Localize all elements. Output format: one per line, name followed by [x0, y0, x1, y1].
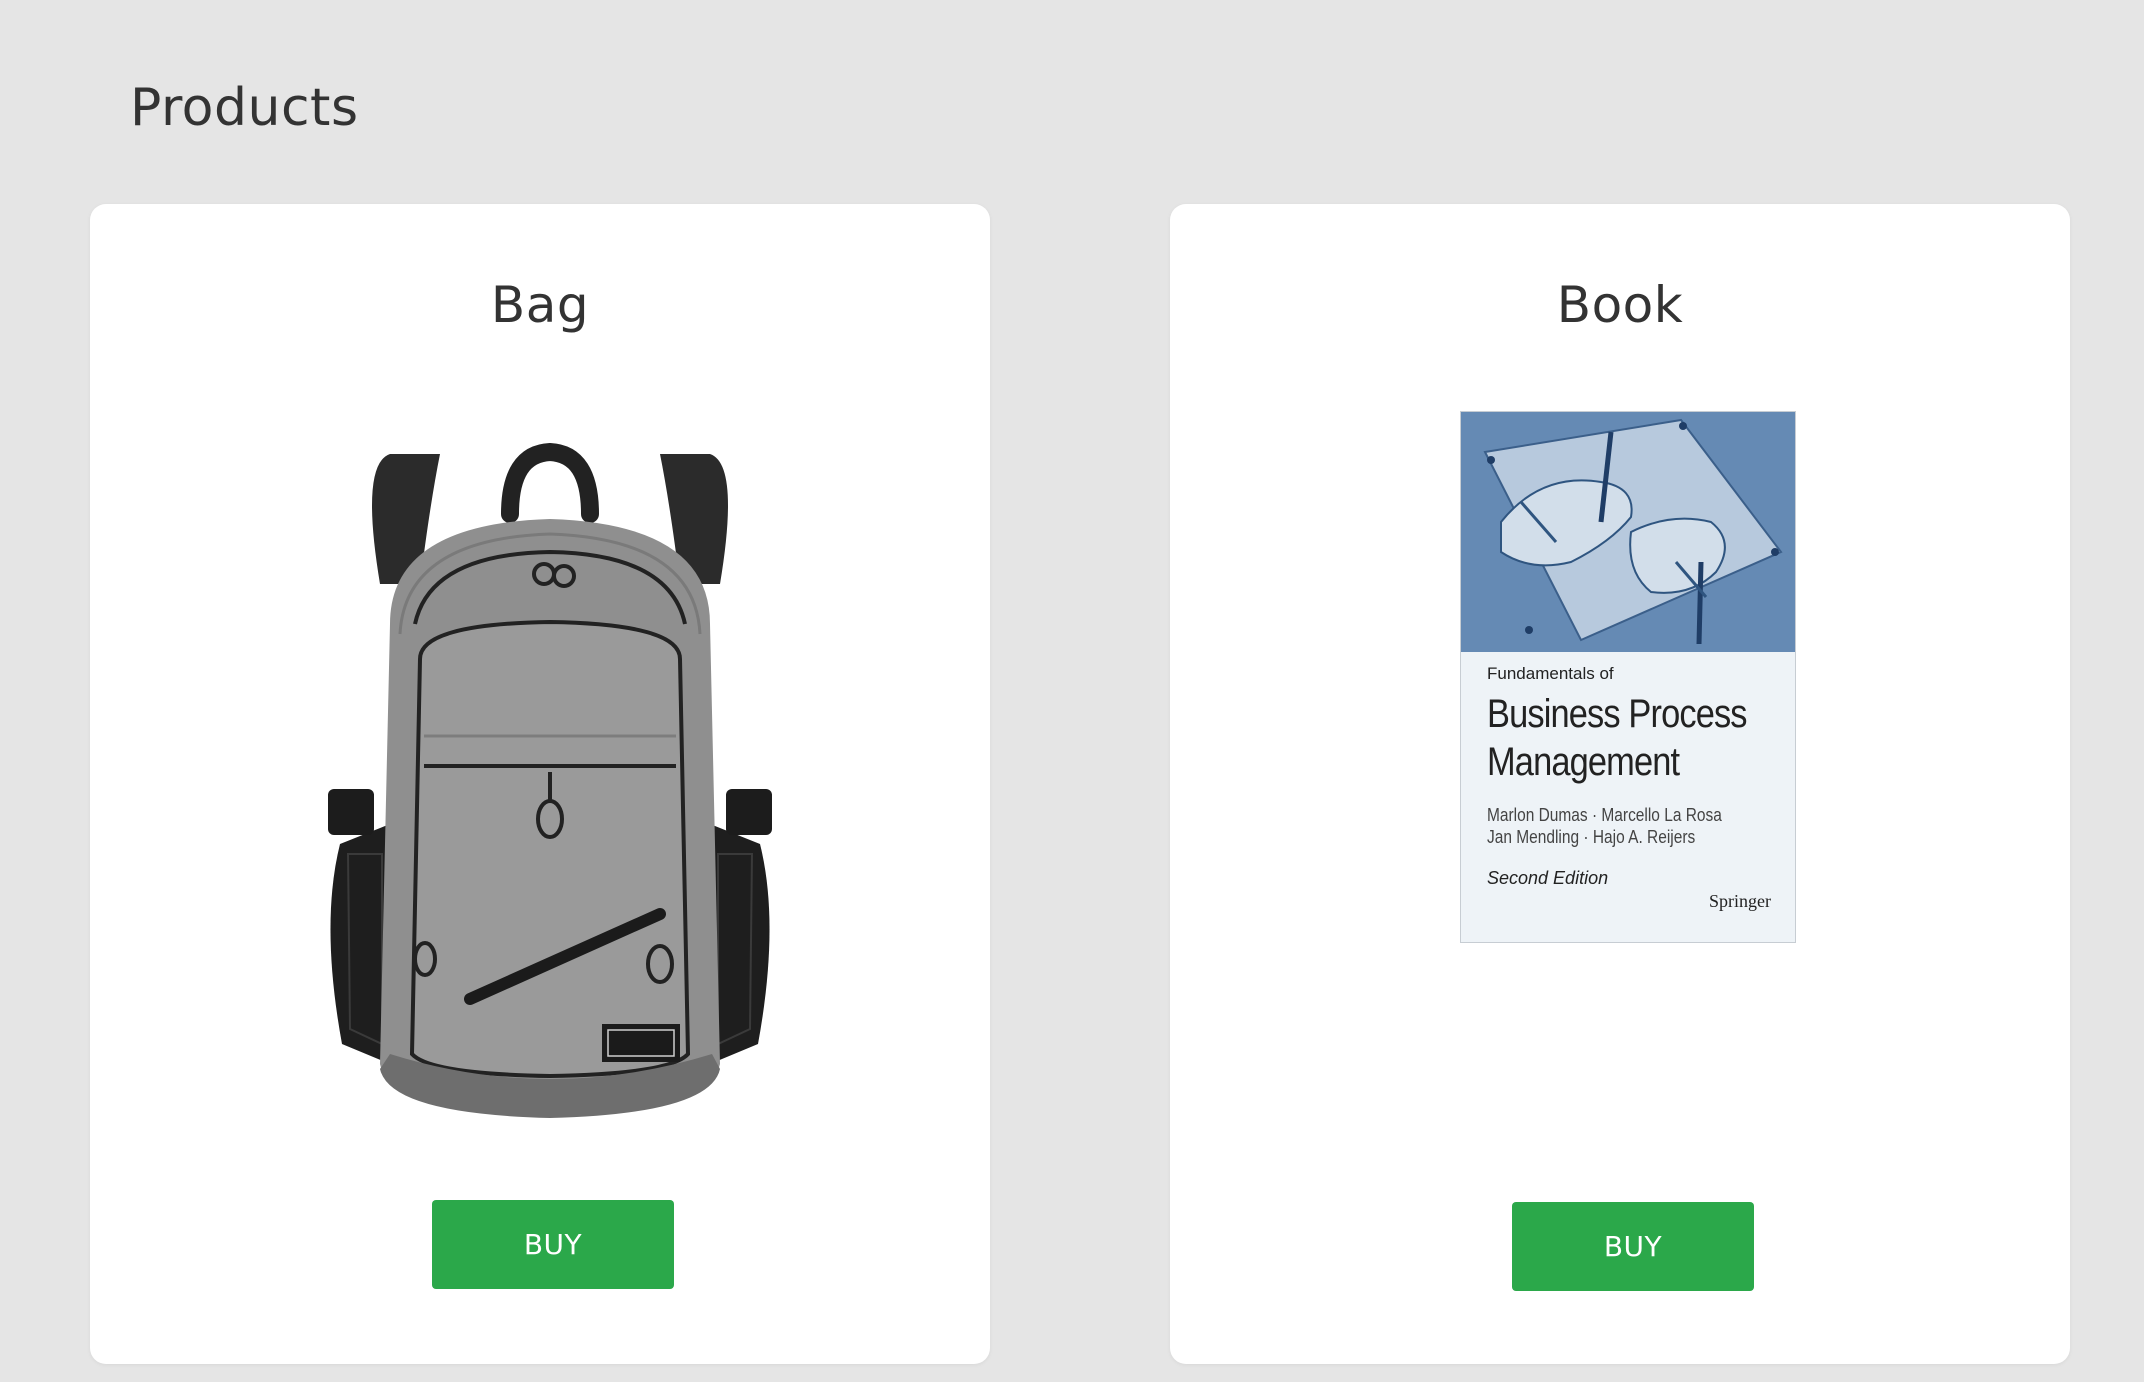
backpack-image [328, 442, 772, 1118]
product-card-bag: Bag BUY [90, 204, 990, 1364]
buy-button[interactable]: BUY [1512, 1202, 1754, 1291]
product-title: Book [1556, 276, 1684, 334]
book-cover-image: Fundamentals of Business Process Managem… [1460, 411, 1796, 943]
book-cover-art [1461, 412, 1795, 652]
book-title-line-2: Management [1487, 740, 1680, 784]
buy-button[interactable]: BUY [432, 1200, 674, 1289]
book-authors-line-1: Marlon Dumas · Marcello La Rosa [1487, 805, 1722, 825]
book-title-line-1: Business Process [1487, 692, 1748, 736]
book-subtitle: Fundamentals of [1487, 664, 1614, 683]
book-authors-line-2: Jan Mendling · Hajo A. Reijers [1487, 827, 1696, 847]
book-cover-text: Fundamentals of Business Process Managem… [1487, 664, 1777, 889]
book-edition: Second Edition [1487, 868, 1609, 888]
page-title: Products [130, 78, 359, 138]
product-title: Bag [490, 276, 590, 334]
product-card-book: Book Fundamentals of Business Process Ma… [1170, 204, 2070, 1364]
publisher-logo: Springer [1709, 891, 1771, 912]
publisher-name: Springer [1709, 891, 1771, 911]
